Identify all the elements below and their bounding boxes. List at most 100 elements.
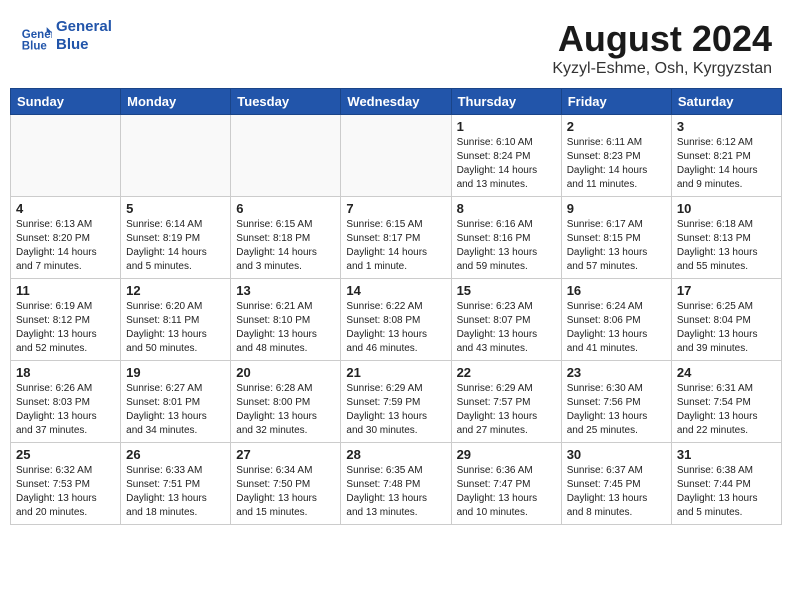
cell-info: Sunrise: 6:21 AM Sunset: 8:10 PM Dayligh… — [236, 300, 335, 356]
weekday-header-thursday: Thursday — [451, 89, 561, 115]
day-number: 20 — [236, 365, 335, 380]
week-row-2: 4 Sunrise: 6:13 AM Sunset: 8:20 PM Daylig… — [11, 197, 782, 279]
logo: General Blue General Blue — [20, 18, 112, 54]
cell-info: Sunrise: 6:38 AM Sunset: 7:44 PM Dayligh… — [677, 464, 776, 520]
logo-line1: General — [56, 18, 112, 36]
calendar-cell: 10Sunrise: 6:18 AM Sunset: 8:13 PM Dayli… — [671, 197, 781, 279]
weekday-header-sunday: Sunday — [11, 89, 121, 115]
day-number: 25 — [16, 447, 115, 462]
week-row-3: 11 Sunrise: 6:19 AM Sunset: 8:12 PM Dayli… — [11, 279, 782, 361]
day-number: 16 — [567, 283, 666, 298]
month-year: August 2024 — [552, 18, 772, 60]
cell-info: Sunrise: 6:22 AM Sunset: 8:08 PM Dayligh… — [346, 300, 445, 356]
calendar-cell: 17 Sunrise: 6:25 AM Sunset: 8:04 PM Dayli… — [671, 279, 781, 361]
day-number: 14 — [346, 283, 445, 298]
day-number: 2 — [567, 119, 666, 134]
day-number: 22 — [457, 365, 556, 380]
calendar-cell: 9 Sunrise: 6:17 AM Sunset: 8:15 PM Daylig… — [561, 197, 671, 279]
cell-info: Sunrise: 6:15 AM Sunset: 8:18 PM Dayligh… — [236, 218, 335, 274]
calendar-cell: 20Sunrise: 6:28 AM Sunset: 8:00 PM Dayli… — [231, 361, 341, 443]
calendar-cell: 2Sunrise: 6:11 AM Sunset: 8:23 PM Daylig… — [561, 115, 671, 197]
day-number: 6 — [236, 201, 335, 216]
calendar-cell: 23 Sunrise: 6:30 AM Sunset: 7:56 PM Dayli… — [561, 361, 671, 443]
cell-info: Sunrise: 6:25 AM Sunset: 8:04 PM Dayligh… — [677, 300, 776, 356]
day-number: 5 — [126, 201, 225, 216]
week-row-4: 18 Sunrise: 6:26 AM Sunset: 8:03 PM Dayli… — [11, 361, 782, 443]
calendar-cell: 16 Sunrise: 6:24 AM Sunset: 8:06 PM Dayli… — [561, 279, 671, 361]
cell-info: Sunrise: 6:16 AM Sunset: 8:16 PM Dayligh… — [457, 218, 556, 274]
day-number: 26 — [126, 447, 225, 462]
location: Kyzyl-Eshme, Osh, Kyrgyzstan — [552, 60, 772, 78]
week-row-1: 1 Sunrise: 6:10 AM Sunset: 8:24 PM Daylig… — [11, 115, 782, 197]
svg-text:Blue: Blue — [22, 40, 48, 52]
day-number: 17 — [677, 283, 776, 298]
weekday-header-wednesday: Wednesday — [341, 89, 451, 115]
calendar-cell: 15 Sunrise: 6:23 AM Sunset: 8:07 PM Dayli… — [451, 279, 561, 361]
calendar-cell: 24 Sunrise: 6:31 AM Sunset: 7:54 PM Dayli… — [671, 361, 781, 443]
calendar-cell — [231, 115, 341, 197]
cell-info: Sunrise: 6:24 AM Sunset: 8:06 PM Dayligh… — [567, 300, 666, 356]
weekday-header-monday: Monday — [121, 89, 231, 115]
title-block: August 2024 Kyzyl-Eshme, Osh, Kyrgyzstan — [552, 18, 772, 78]
calendar-cell: 18 Sunrise: 6:26 AM Sunset: 8:03 PM Dayli… — [11, 361, 121, 443]
cell-info: Sunrise: 6:27 AM Sunset: 8:01 PM Dayligh… — [126, 382, 225, 438]
calendar-cell — [121, 115, 231, 197]
cell-info: Sunrise: 6:31 AM Sunset: 7:54 PM Dayligh… — [677, 382, 776, 438]
calendar-cell: 28Sunrise: 6:35 AM Sunset: 7:48 PM Dayli… — [341, 443, 451, 525]
day-number: 29 — [457, 447, 556, 462]
day-number: 11 — [16, 283, 115, 298]
day-number: 24 — [677, 365, 776, 380]
day-number: 31 — [677, 447, 776, 462]
cell-info: Sunrise: 6:20 AM Sunset: 8:11 PM Dayligh… — [126, 300, 225, 356]
cell-info: Sunrise: 6:13 AM Sunset: 8:20 PM Dayligh… — [16, 218, 115, 274]
day-number: 27 — [236, 447, 335, 462]
cell-info: Sunrise: 6:26 AM Sunset: 8:03 PM Dayligh… — [16, 382, 115, 438]
calendar-cell — [11, 115, 121, 197]
cell-info: Sunrise: 6:36 AM Sunset: 7:47 PM Dayligh… — [457, 464, 556, 520]
calendar-cell: 11 Sunrise: 6:19 AM Sunset: 8:12 PM Dayli… — [11, 279, 121, 361]
page-header: General Blue General Blue August 2024 Ky… — [10, 10, 782, 82]
day-number: 4 — [16, 201, 115, 216]
day-number: 23 — [567, 365, 666, 380]
calendar-cell: 27 Sunrise: 6:34 AM Sunset: 7:50 PM Dayli… — [231, 443, 341, 525]
day-number: 10 — [677, 201, 776, 216]
cell-info: Sunrise: 6:12 AM Sunset: 8:21 PM Dayligh… — [677, 136, 776, 192]
calendar-cell: 12Sunrise: 6:20 AM Sunset: 8:11 PM Dayli… — [121, 279, 231, 361]
logo-icon: General Blue — [20, 20, 52, 52]
calendar-cell: 25 Sunrise: 6:32 AM Sunset: 7:53 PM Dayli… — [11, 443, 121, 525]
weekday-header-friday: Friday — [561, 89, 671, 115]
day-number: 15 — [457, 283, 556, 298]
cell-info: Sunrise: 6:37 AM Sunset: 7:45 PM Dayligh… — [567, 464, 666, 520]
calendar-cell: 5 Sunrise: 6:14 AM Sunset: 8:19 PM Daylig… — [121, 197, 231, 279]
cell-info: Sunrise: 6:30 AM Sunset: 7:56 PM Dayligh… — [567, 382, 666, 438]
day-number: 1 — [457, 119, 556, 134]
week-row-5: 25 Sunrise: 6:32 AM Sunset: 7:53 PM Dayli… — [11, 443, 782, 525]
calendar-table: SundayMondayTuesdayWednesdayThursdayFrid… — [10, 88, 782, 525]
day-number: 3 — [677, 119, 776, 134]
calendar-cell: 8 Sunrise: 6:16 AM Sunset: 8:16 PM Daylig… — [451, 197, 561, 279]
calendar-cell: 4 Sunrise: 6:13 AM Sunset: 8:20 PM Daylig… — [11, 197, 121, 279]
calendar-body: 1 Sunrise: 6:10 AM Sunset: 8:24 PM Daylig… — [11, 115, 782, 525]
cell-info: Sunrise: 6:35 AM Sunset: 7:48 PM Dayligh… — [346, 464, 445, 520]
calendar-cell: 21 Sunrise: 6:29 AM Sunset: 7:59 PM Dayli… — [341, 361, 451, 443]
calendar-cell: 29 Sunrise: 6:36 AM Sunset: 7:47 PM Dayli… — [451, 443, 561, 525]
cell-info: Sunrise: 6:14 AM Sunset: 8:19 PM Dayligh… — [126, 218, 225, 274]
calendar-cell: 30 Sunrise: 6:37 AM Sunset: 7:45 PM Dayli… — [561, 443, 671, 525]
cell-info: Sunrise: 6:32 AM Sunset: 7:53 PM Dayligh… — [16, 464, 115, 520]
calendar-cell: 31 Sunrise: 6:38 AM Sunset: 7:44 PM Dayli… — [671, 443, 781, 525]
calendar-cell: 6 Sunrise: 6:15 AM Sunset: 8:18 PM Daylig… — [231, 197, 341, 279]
cell-info: Sunrise: 6:23 AM Sunset: 8:07 PM Dayligh… — [457, 300, 556, 356]
calendar-header: SundayMondayTuesdayWednesdayThursdayFrid… — [11, 89, 782, 115]
day-number: 30 — [567, 447, 666, 462]
day-number: 7 — [346, 201, 445, 216]
day-number: 21 — [346, 365, 445, 380]
cell-info: Sunrise: 6:29 AM Sunset: 7:59 PM Dayligh… — [346, 382, 445, 438]
cell-info: Sunrise: 6:10 AM Sunset: 8:24 PM Dayligh… — [457, 136, 556, 192]
cell-info: Sunrise: 6:34 AM Sunset: 7:50 PM Dayligh… — [236, 464, 335, 520]
day-number: 8 — [457, 201, 556, 216]
weekday-header-tuesday: Tuesday — [231, 89, 341, 115]
day-number: 18 — [16, 365, 115, 380]
day-number: 9 — [567, 201, 666, 216]
cell-info: Sunrise: 6:17 AM Sunset: 8:15 PM Dayligh… — [567, 218, 666, 274]
cell-info: Sunrise: 6:19 AM Sunset: 8:12 PM Dayligh… — [16, 300, 115, 356]
